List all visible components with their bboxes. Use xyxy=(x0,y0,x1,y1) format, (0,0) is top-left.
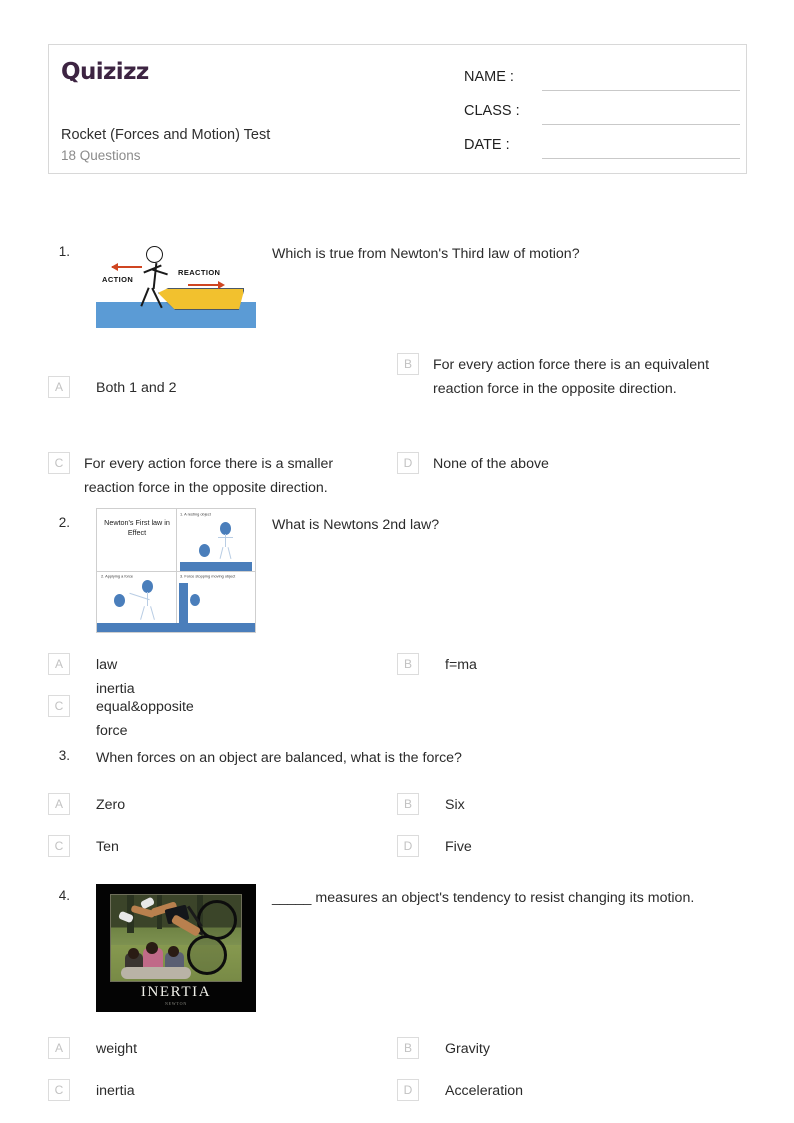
option-letter-b: B xyxy=(397,1037,419,1059)
option-text-c: Ten xyxy=(96,839,119,855)
header-fields-section: NAME : CLASS : DATE : xyxy=(416,45,747,173)
option-text-a: Both 1 and 2 xyxy=(96,380,177,396)
figure-leg-left xyxy=(140,605,146,620)
figure-torso xyxy=(225,534,227,547)
resting-ball xyxy=(199,544,210,557)
poster-caption: INERTIA xyxy=(140,984,212,1000)
option-text-d: None of the above xyxy=(433,456,549,472)
question-2-text: What is Newtons 2nd law? xyxy=(272,517,440,533)
option-text-a: weight xyxy=(96,1041,138,1057)
option-text-a: Zero xyxy=(96,797,126,813)
quiz-question-count: 18 Questions xyxy=(61,148,141,163)
bicycle-wheel-rear xyxy=(187,935,227,975)
option-text-d: Acceleration xyxy=(445,1083,524,1099)
option-letter-c: C xyxy=(48,452,70,474)
question-1-number: 1. xyxy=(58,244,70,259)
panel-resting-object: 1. A resting object xyxy=(176,509,255,571)
worksheet-header-card: Quizizz Rocket (Forces and Motion) Test … xyxy=(48,44,747,174)
option-letter-b: B xyxy=(397,793,419,815)
date-field-label: DATE : xyxy=(464,137,510,153)
class-field-label: CLASS : xyxy=(464,103,520,119)
question-2-image: Newton's First law in Effect 1. A restin… xyxy=(96,508,256,633)
option-text-a: law inertia xyxy=(96,657,135,697)
spectator-3-head xyxy=(168,946,179,957)
spectator-2-head xyxy=(146,942,158,954)
action-arrow-icon xyxy=(111,263,142,271)
question-4-number: 4. xyxy=(58,888,70,903)
question-1-image: ACTION REACTION xyxy=(96,238,256,328)
option-letter-d: D xyxy=(397,452,419,474)
question-1-text: Which is true from Newton's Third law of… xyxy=(272,246,580,262)
panel-force-stopping-object: 3. Force stopping moving object xyxy=(176,571,255,632)
pushed-ball xyxy=(114,593,125,607)
stick-figure-head xyxy=(146,246,163,263)
option-letter-c: C xyxy=(48,835,70,857)
reaction-label: REACTION xyxy=(178,268,221,277)
option-text-c: inertia xyxy=(96,1083,135,1099)
ground-shape xyxy=(97,623,176,632)
question-3-text: When forces on an object are balanced, w… xyxy=(96,750,462,766)
option-letter-b: B xyxy=(397,653,419,675)
panel-title-quadrant: Newton's First law in Effect xyxy=(97,509,176,571)
panel-2-caption: 1. A resting object xyxy=(180,512,211,517)
newtons-first-law-four-panel-illustration: Newton's First law in Effect 1. A restin… xyxy=(96,508,256,633)
option-letter-c: C xyxy=(48,1079,70,1101)
option-text-b: Gravity xyxy=(445,1041,490,1057)
spectator-1-head xyxy=(128,948,139,959)
inertia-poster-image: INERTIA NEWTON xyxy=(96,884,256,1012)
worksheet-page: Quizizz Rocket (Forces and Motion) Test … xyxy=(0,0,794,1123)
option-letter-a: A xyxy=(48,376,70,398)
poster-subcaption: NEWTON xyxy=(164,1001,188,1006)
date-field-input-line[interactable] xyxy=(542,158,740,159)
figure-leg-right xyxy=(150,605,156,620)
option-text-b: Six xyxy=(445,797,465,813)
reaction-arrow-icon xyxy=(188,281,225,289)
ground-shape xyxy=(180,561,252,571)
class-field-row: CLASS : xyxy=(416,103,740,125)
spectator-blanket xyxy=(121,967,191,979)
question-4-text: _____ measures an object's tendency to r… xyxy=(272,890,695,906)
class-field-input-line[interactable] xyxy=(542,124,740,125)
wall-shape xyxy=(179,582,188,625)
colliding-ball xyxy=(190,593,200,606)
option-text-c: For every action force there is a smalle… xyxy=(84,456,334,496)
option-text-b: For every action force there is an equiv… xyxy=(433,357,710,397)
question-3-number: 3. xyxy=(58,748,70,763)
action-label: ACTION xyxy=(102,275,134,284)
option-text-b: f=ma xyxy=(445,657,477,673)
name-field-label: NAME : xyxy=(464,69,514,85)
question-2-number: 2. xyxy=(58,515,70,530)
option-letter-c: C xyxy=(48,695,70,717)
option-letter-a: A xyxy=(48,653,70,675)
action-reaction-boat-illustration: ACTION REACTION xyxy=(96,238,256,328)
panel-3-caption: 2. Applying a force xyxy=(101,573,134,579)
panel-applying-force: 2. Applying a force xyxy=(97,571,176,632)
option-letter-a: A xyxy=(48,793,70,815)
figure-leg-right xyxy=(227,547,232,559)
name-field-input-line[interactable] xyxy=(542,90,740,91)
date-field-row: DATE : xyxy=(416,137,740,159)
figure-arms xyxy=(218,537,233,539)
quizizz-logo-text: Quizizz xyxy=(61,59,149,85)
quizizz-logo: Quizizz xyxy=(61,59,149,85)
quiz-title: Rocket (Forces and Motion) Test xyxy=(61,127,271,143)
header-left-section: Quizizz Rocket (Forces and Motion) Test … xyxy=(61,45,416,173)
option-letter-d: D xyxy=(397,835,419,857)
option-letter-d: D xyxy=(397,1079,419,1101)
illustration-title: Newton's First law in Effect xyxy=(104,518,170,537)
option-letter-b: B xyxy=(397,353,419,375)
name-field-row: NAME : xyxy=(416,69,740,91)
option-letter-a: A xyxy=(48,1037,70,1059)
poster-photo xyxy=(110,894,242,982)
panel-4-caption: 3. Force stopping moving object xyxy=(180,573,236,579)
option-text-d: Five xyxy=(445,839,472,855)
option-text-c: equal&opposite force xyxy=(96,699,194,739)
question-4-image: INERTIA NEWTON xyxy=(96,884,256,1012)
figure-leg-left xyxy=(219,547,224,559)
